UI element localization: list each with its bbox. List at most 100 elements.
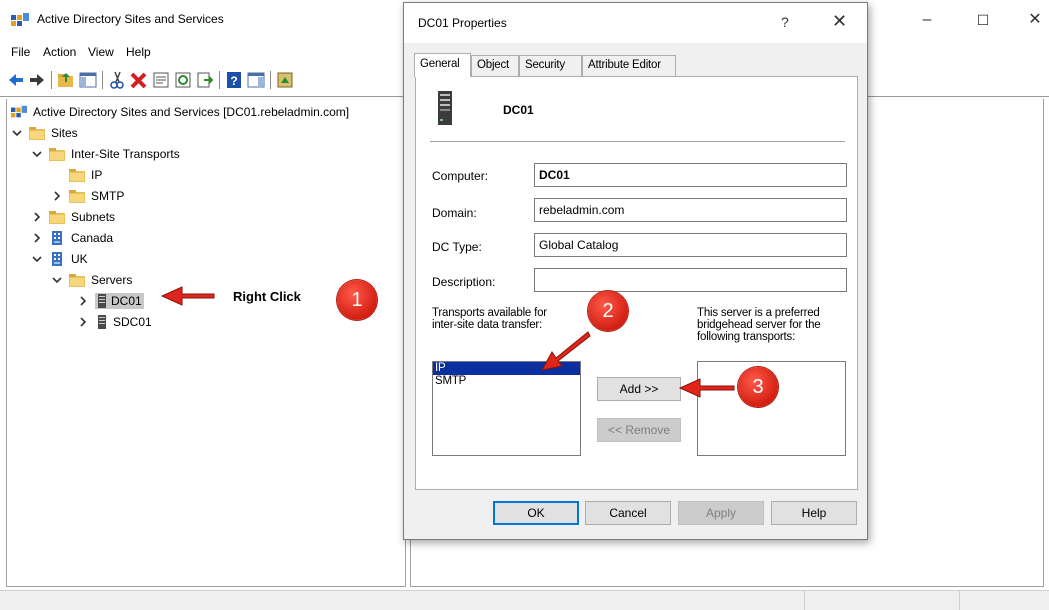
tree-item-label: DC01	[111, 294, 142, 308]
status-segment	[959, 591, 1049, 610]
transports-available-list[interactable]: IP SMTP	[432, 361, 581, 456]
server-name: DC01	[503, 103, 534, 117]
status-bar	[0, 590, 1049, 610]
tree-item-label: SMTP	[91, 189, 125, 203]
chevron-right-icon[interactable]	[31, 232, 43, 244]
domain-field[interactable]	[534, 198, 847, 222]
tree-item-sites[interactable]: Sites	[11, 123, 78, 143]
menu-file[interactable]: File	[11, 45, 30, 59]
help-icon[interactable]: ?	[781, 14, 789, 30]
tree-item-label: UK	[71, 252, 88, 266]
label-line: inter-site data transfer:	[432, 319, 543, 331]
sites-services-app-icon	[11, 105, 27, 118]
label-line: bridgehead server for the	[697, 319, 821, 331]
general-tab-panel: DC01 Computer: Domain: DC Type: Descript…	[415, 76, 858, 490]
folder-icon	[69, 190, 85, 203]
cut-icon[interactable]	[107, 70, 127, 90]
description-label: Description:	[432, 275, 496, 289]
action-pane-icon[interactable]	[246, 70, 266, 90]
panel-divider	[430, 141, 845, 142]
tree-item-uk[interactable]: UK	[31, 249, 88, 269]
dc-type-field[interactable]	[534, 233, 847, 257]
help-button[interactable]: Help	[771, 501, 857, 525]
close-button[interactable]: ✕	[1020, 9, 1049, 31]
tab-security[interactable]: Security	[519, 55, 582, 76]
tree-item-label: Active Directory Sites and Services [DC0…	[33, 105, 350, 119]
add-button[interactable]: Add >>	[597, 377, 681, 401]
tree-item-servers[interactable]: Servers	[51, 270, 132, 290]
label-line: Transports available for	[432, 307, 547, 319]
folder-icon	[49, 211, 65, 224]
tree-item-selected[interactable]: DC01	[95, 293, 144, 309]
computer-field[interactable]	[534, 163, 847, 187]
tree-item-ip[interactable]: IP	[69, 165, 102, 185]
menu-view[interactable]: View	[88, 45, 114, 59]
tree-item-label: Subnets	[71, 210, 116, 224]
export-icon[interactable]	[195, 70, 215, 90]
tab-general[interactable]: General	[414, 53, 471, 77]
server-icon	[98, 294, 106, 308]
properties-icon[interactable]	[151, 70, 171, 90]
chevron-down-icon[interactable]	[11, 127, 23, 139]
label-line: following transports:	[697, 331, 796, 343]
folder-icon	[69, 169, 85, 182]
folder-icon	[29, 127, 45, 140]
tree-item-label: IP	[91, 168, 103, 182]
list-item-smtp[interactable]: SMTP	[433, 375, 580, 388]
toolbar-separator	[219, 71, 220, 89]
maximize-button[interactable]: ☐	[968, 9, 998, 31]
annotation-right-click: Right Click	[233, 289, 301, 304]
toolbar-separator	[51, 71, 52, 89]
status-segment	[804, 591, 959, 610]
tree-item-label: Canada	[71, 231, 114, 245]
tree-pane[interactable]: Active Directory Sites and Services [DC0…	[6, 99, 406, 587]
site-icon	[52, 252, 62, 266]
description-field[interactable]	[534, 268, 847, 292]
tree-item-sdc01[interactable]: SDC01	[77, 312, 152, 332]
help-icon[interactable]: ?	[224, 70, 244, 90]
close-icon[interactable]: ✕	[832, 11, 847, 32]
chevron-right-icon[interactable]	[31, 211, 43, 223]
cancel-button[interactable]: Cancel	[585, 501, 671, 525]
tree-item-label: Inter-Site Transports	[71, 147, 180, 161]
tree-item-canada[interactable]: Canada	[31, 228, 113, 248]
dialog-title-bar: DC01 Properties ? ✕	[404, 3, 867, 43]
minimize-button[interactable]: –	[912, 9, 942, 31]
menu-help[interactable]: Help	[126, 45, 151, 59]
ok-button[interactable]: OK	[493, 501, 579, 525]
delete-icon[interactable]	[129, 70, 149, 90]
forward-icon[interactable]	[27, 70, 47, 90]
tree-item-dc01[interactable]: DC01	[77, 291, 144, 311]
annotation-arrow-3	[678, 378, 735, 398]
menu-action[interactable]: Action	[43, 45, 76, 59]
refresh-icon[interactable]	[173, 70, 193, 90]
annotation-step-1: 1	[337, 280, 377, 320]
transports-available-label: Transports available for inter-site data…	[432, 307, 547, 331]
tree-item-inter-site-transports[interactable]: Inter-Site Transports	[31, 144, 180, 164]
tree-item-subnets[interactable]: Subnets	[31, 207, 115, 227]
tab-object[interactable]: Object	[471, 55, 519, 76]
svg-text:?: ?	[230, 74, 237, 88]
annotation-step-2: 2	[588, 291, 628, 331]
chevron-right-icon[interactable]	[51, 190, 63, 202]
properties-dialog[interactable]: DC01 Properties ? ✕ General Object Secur…	[403, 2, 868, 540]
domain-label: Domain:	[432, 206, 477, 220]
tab-attribute-editor[interactable]: Attribute Editor	[582, 55, 676, 76]
show-hide-tree-icon[interactable]	[78, 70, 98, 90]
apply-button[interactable]: Apply	[678, 501, 764, 525]
up-folder-icon[interactable]	[56, 70, 76, 90]
back-icon[interactable]	[6, 70, 26, 90]
ntds-icon[interactable]	[275, 70, 295, 90]
dialog-title: DC01 Properties	[418, 16, 507, 30]
chevron-down-icon[interactable]	[31, 148, 43, 160]
annotation-arrow-2	[541, 331, 591, 371]
chevron-right-icon[interactable]	[77, 316, 89, 328]
tree-item-smtp[interactable]: SMTP	[51, 186, 124, 206]
chevron-right-icon[interactable]	[77, 295, 89, 307]
computer-label: Computer:	[432, 169, 489, 183]
chevron-down-icon[interactable]	[51, 274, 63, 286]
tree-item-label: Servers	[91, 273, 133, 287]
remove-button[interactable]: << Remove	[597, 418, 681, 442]
chevron-down-icon[interactable]	[31, 253, 43, 265]
tree-item-root[interactable]: Active Directory Sites and Services [DC0…	[11, 102, 349, 122]
